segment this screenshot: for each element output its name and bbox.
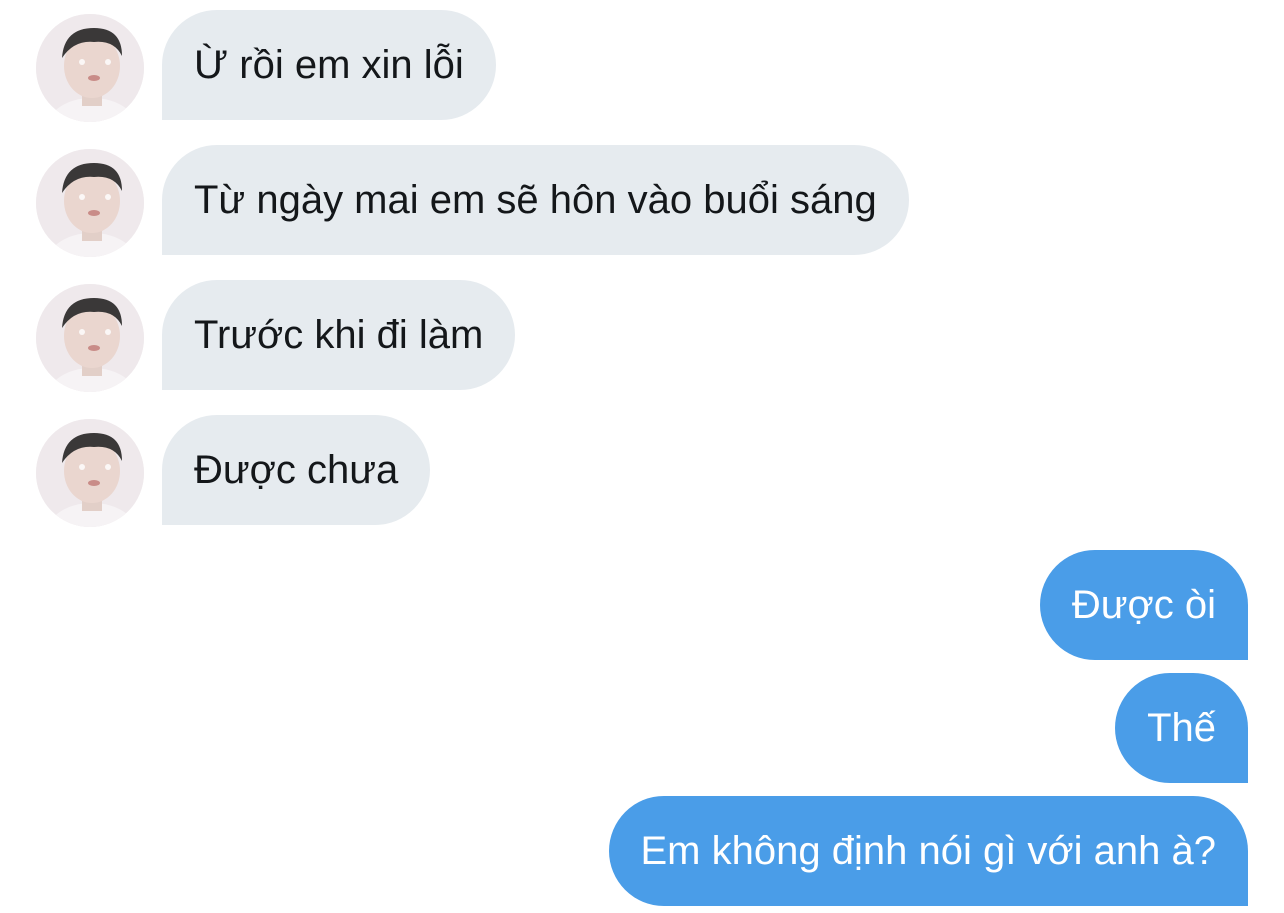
message-row-outgoing: Thế [0, 673, 1284, 783]
message-text: Em không định nói gì với anh à? [640, 828, 1217, 873]
avatar-photo-icon [36, 14, 144, 122]
contact-avatar[interactable] [36, 284, 144, 392]
avatar-photo-icon [36, 149, 144, 257]
message-row-incoming: Được chưa [0, 415, 1284, 527]
outgoing-message-bubble[interactable]: Em không định nói gì với anh à? [608, 796, 1248, 906]
message-text: Thế [1147, 705, 1216, 750]
incoming-message-bubble[interactable]: Trước khi đi làm [162, 280, 516, 390]
contact-avatar[interactable] [36, 149, 144, 257]
incoming-message-bubble[interactable]: Ừ rồi em xin lỗi [162, 10, 496, 120]
incoming-message-bubble[interactable]: Được chưa [162, 415, 431, 525]
message-row-outgoing: Em không định nói gì với anh à? [0, 796, 1284, 906]
message-text: Trước khi đi làm [194, 312, 484, 357]
message-text: Ừ rồi em xin lỗi [194, 42, 464, 87]
message-text: Từ ngày mai em sẽ hôn vào buổi sáng [194, 177, 877, 222]
message-row-incoming: Từ ngày mai em sẽ hôn vào buổi sáng [0, 145, 1284, 257]
contact-avatar[interactable] [36, 419, 144, 527]
contact-avatar[interactable] [36, 14, 144, 122]
message-text: Được òi [1071, 582, 1216, 627]
outgoing-message-bubble[interactable]: Thế [1115, 673, 1248, 783]
message-row-incoming: Ừ rồi em xin lỗi [0, 10, 1284, 122]
message-text: Được chưa [194, 447, 399, 492]
avatar-photo-icon [36, 284, 144, 392]
message-row-outgoing: Được òi [0, 550, 1284, 660]
outgoing-message-bubble[interactable]: Được òi [1039, 550, 1248, 660]
avatar-photo-icon [36, 419, 144, 527]
message-row-incoming: Trước khi đi làm [0, 280, 1284, 392]
incoming-message-bubble[interactable]: Từ ngày mai em sẽ hôn vào buổi sáng [162, 145, 909, 255]
